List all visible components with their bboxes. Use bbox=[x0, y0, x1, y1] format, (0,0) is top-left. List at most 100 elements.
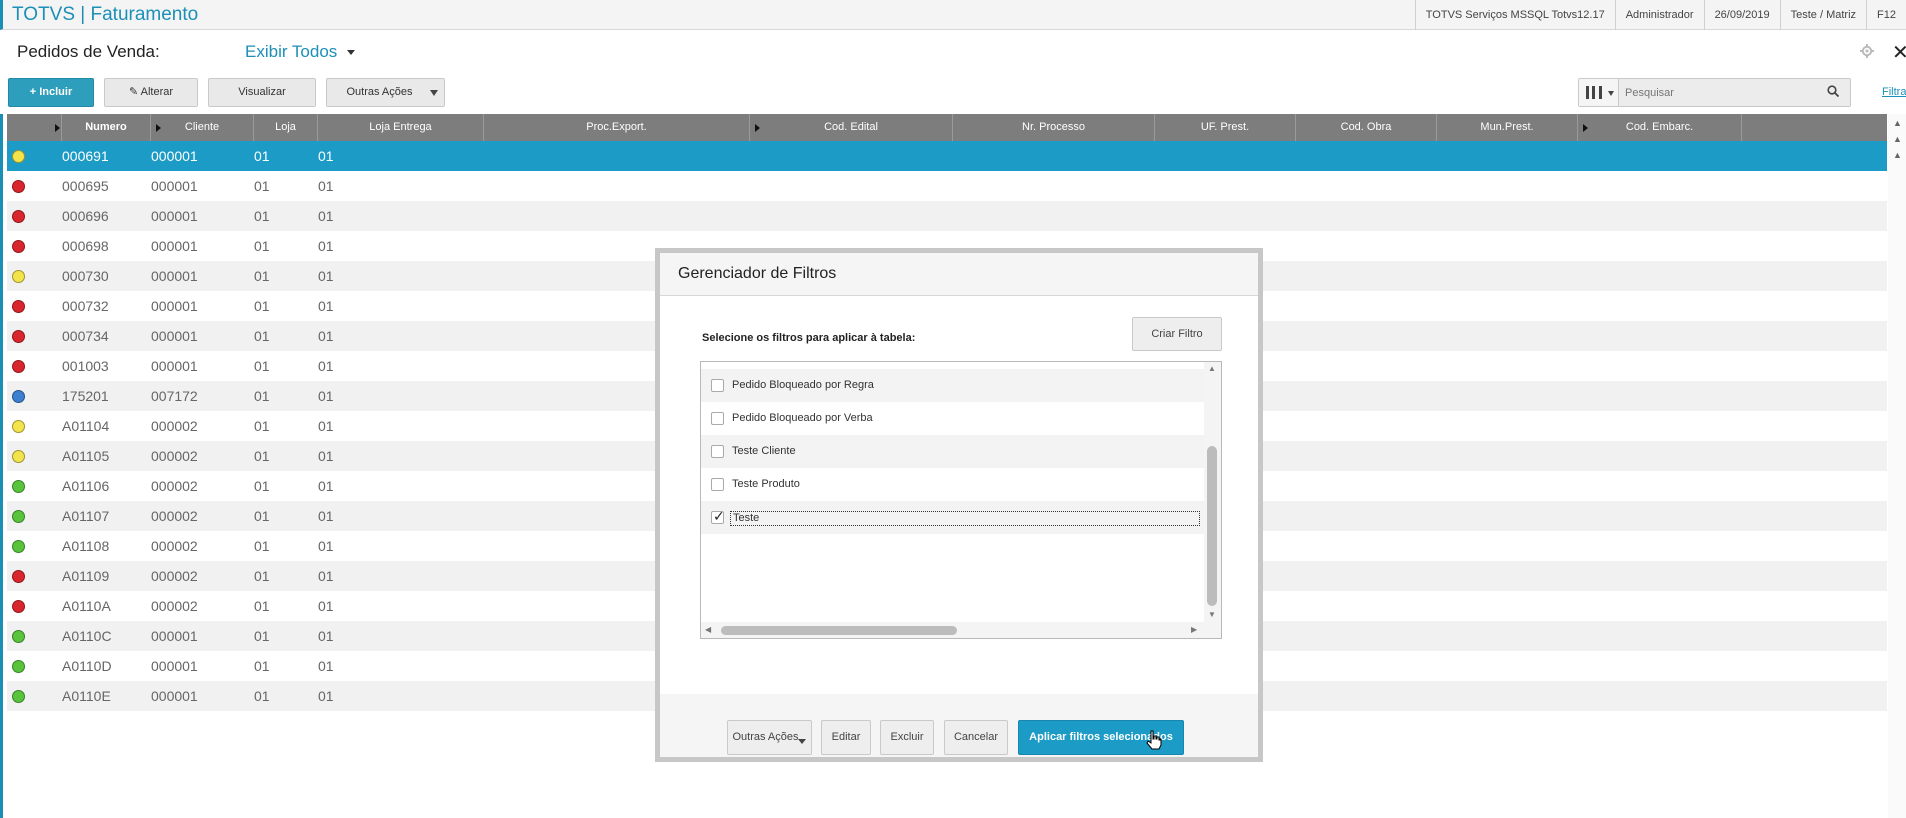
cell-cliente: 000001 bbox=[151, 328, 198, 344]
column-header-mun-prest[interactable]: Mun.Prest. bbox=[1437, 114, 1578, 141]
status-column-header[interactable] bbox=[7, 114, 62, 141]
filter-item[interactable]: Pedido Bloqueado por Regra bbox=[701, 369, 1204, 402]
table-row[interactable]: 000696 000001 01 01 bbox=[7, 201, 1887, 231]
cell-cliente: 000002 bbox=[151, 598, 198, 614]
date-label[interactable]: 26/09/2019 bbox=[1703, 0, 1780, 30]
cell-loja: 01 bbox=[254, 358, 270, 374]
column-header-loja[interactable]: Loja bbox=[254, 114, 318, 141]
close-icon[interactable]: ✕ bbox=[1892, 40, 1906, 65]
cell-cliente: 000001 bbox=[151, 688, 198, 704]
excluir-button[interactable]: Excluir bbox=[880, 720, 934, 755]
branch-label[interactable]: Teste / Matriz bbox=[1779, 0, 1866, 30]
incluir-button[interactable]: + Incluir bbox=[8, 78, 94, 107]
cancelar-button[interactable]: Cancelar bbox=[944, 720, 1008, 755]
cell-numero: 000734 bbox=[62, 328, 109, 344]
cell-loja: 01 bbox=[254, 478, 270, 494]
filter-checkbox[interactable] bbox=[711, 445, 724, 458]
filter-item[interactable]: Pedido Bloqueado por Verba bbox=[701, 402, 1204, 435]
filter-checkbox[interactable] bbox=[711, 478, 724, 491]
status-green-icon bbox=[12, 510, 25, 523]
filter-item[interactable]: Teste Cliente bbox=[701, 435, 1204, 468]
outras-acoes-button[interactable]: Outras Ações bbox=[326, 78, 445, 107]
column-header-numero[interactable]: Numero bbox=[62, 114, 151, 141]
cell-cliente: 000001 bbox=[151, 208, 198, 224]
column-header-cod-edital[interactable]: Cod. Edital bbox=[750, 114, 953, 141]
scroll-down-icon[interactable]: ▼ bbox=[1208, 610, 1216, 619]
cell-loja: 01 bbox=[254, 238, 270, 254]
visualizar-button[interactable]: Visualizar bbox=[208, 78, 316, 107]
column-header-uf-prest[interactable]: UF. Prest. bbox=[1155, 114, 1296, 141]
status-green-icon bbox=[12, 660, 25, 673]
cell-entrega: 01 bbox=[318, 268, 334, 284]
scroll-page-up-icon[interactable]: ▲ bbox=[1893, 134, 1902, 144]
gear-icon[interactable] bbox=[1860, 44, 1874, 58]
cell-cliente: 007172 bbox=[151, 388, 198, 404]
view-filter-select[interactable]: Exibir Todos bbox=[245, 42, 356, 62]
column-header-nr-processo[interactable]: Nr. Processo bbox=[953, 114, 1155, 141]
column-header-cod-embarc[interactable]: Cod. Embarc. bbox=[1578, 114, 1742, 141]
f12-label[interactable]: F12 bbox=[1866, 0, 1906, 30]
table-row[interactable]: 000691 000001 01 01 bbox=[7, 141, 1887, 171]
environment-label[interactable]: TOTVS Serviços MSSQL Totvs12.17 bbox=[1414, 0, 1615, 30]
status-green-icon bbox=[12, 630, 25, 643]
search-icon[interactable] bbox=[1827, 85, 1839, 97]
user-label[interactable]: Administrador bbox=[1614, 0, 1704, 30]
cell-entrega: 01 bbox=[318, 388, 334, 404]
filter-label: Teste bbox=[730, 511, 1200, 526]
status-blue-icon bbox=[12, 390, 25, 403]
cell-loja: 01 bbox=[254, 388, 270, 404]
column-header-cliente[interactable]: Cliente bbox=[151, 114, 254, 141]
editar-button[interactable]: Editar bbox=[821, 720, 871, 755]
cell-cliente: 000002 bbox=[151, 448, 198, 464]
cell-entrega: 01 bbox=[318, 478, 334, 494]
app-title: TOTVS | Faturamento bbox=[12, 4, 199, 25]
cell-numero: A0110D bbox=[62, 658, 112, 674]
column-header-cliente-label: Cliente bbox=[184, 121, 220, 133]
dialog-outras-acoes-button[interactable]: Outras Ações bbox=[727, 720, 812, 755]
scroll-thumb[interactable] bbox=[721, 626, 957, 635]
cell-loja: 01 bbox=[254, 628, 270, 644]
alterar-label: Alterar bbox=[140, 86, 174, 98]
status-red-icon bbox=[12, 210, 25, 223]
filter-item[interactable]: Teste bbox=[701, 501, 1204, 534]
cell-cliente: 000002 bbox=[151, 478, 198, 494]
table-row[interactable]: 000695 000001 01 01 bbox=[7, 171, 1887, 201]
filter-label: Pedido Liberado bbox=[732, 362, 812, 369]
filter-checkbox[interactable] bbox=[711, 379, 724, 392]
filter-list-vscroll[interactable]: ▲ ▼ bbox=[1204, 362, 1221, 622]
criar-filtro-button[interactable]: Criar Filtro bbox=[1132, 317, 1222, 351]
scroll-left-icon[interactable]: ◀ bbox=[705, 625, 711, 634]
status-yellow-icon bbox=[12, 420, 25, 433]
columns-selector[interactable] bbox=[1579, 79, 1619, 106]
scroll-up-icon[interactable]: ▲ bbox=[1208, 364, 1216, 373]
status-green-icon bbox=[12, 690, 25, 703]
cell-numero: 000732 bbox=[62, 298, 109, 314]
scroll-up-icon[interactable]: ▲ bbox=[1893, 150, 1902, 160]
filter-list-hscroll[interactable]: ◀ ▶ bbox=[701, 622, 1221, 638]
cell-numero: 000730 bbox=[62, 268, 109, 284]
status-red-icon bbox=[12, 180, 25, 193]
alterar-button[interactable]: ✎ Alterar bbox=[104, 78, 198, 107]
filter-item[interactable]: Teste Produto bbox=[701, 468, 1204, 501]
search-input[interactable] bbox=[1625, 84, 1815, 102]
filter-item[interactable]: Pedido Liberado bbox=[701, 362, 1204, 369]
filter-checkbox[interactable] bbox=[711, 508, 725, 525]
cell-cliente: 000001 bbox=[151, 268, 198, 284]
cell-entrega: 01 bbox=[318, 508, 334, 524]
hand-cursor-icon bbox=[1146, 730, 1162, 750]
scroll-thumb[interactable] bbox=[1207, 446, 1217, 606]
scroll-right-icon[interactable]: ▶ bbox=[1191, 625, 1197, 634]
grid-scrollbar[interactable]: ▲ ▲ ▲ bbox=[1888, 114, 1906, 818]
filtrar-link[interactable]: Filtrar bbox=[1882, 86, 1906, 98]
column-header-loja-entrega[interactable]: Loja Entrega bbox=[318, 114, 484, 141]
cell-cliente: 000001 bbox=[151, 298, 198, 314]
columns-icon bbox=[1586, 86, 1602, 99]
cell-entrega: 01 bbox=[318, 568, 334, 584]
cell-entrega: 01 bbox=[318, 598, 334, 614]
filter-checkbox[interactable] bbox=[711, 412, 724, 425]
scroll-top-icon[interactable]: ▲ bbox=[1893, 118, 1902, 128]
column-header-cod-obra[interactable]: Cod. Obra bbox=[1296, 114, 1437, 141]
cell-cliente: 000002 bbox=[151, 508, 198, 524]
status-green-icon bbox=[12, 480, 25, 493]
column-header-proc-export[interactable]: Proc.Export. bbox=[484, 114, 750, 141]
